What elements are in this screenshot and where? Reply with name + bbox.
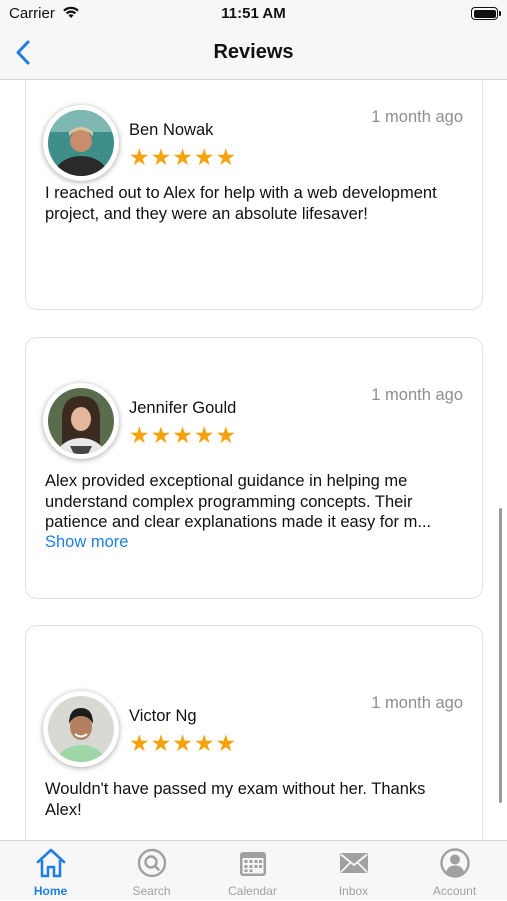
avatar [43, 105, 119, 181]
inbox-icon [340, 853, 368, 873]
review-card: Ben Nowak ★★★★★ 1 month ago I reached ou… [25, 81, 483, 310]
page-title: Reviews [213, 41, 294, 63]
status-time: 11:51 AM [221, 5, 286, 22]
star-rating: ★★★★★ [129, 144, 238, 170]
search-icon [137, 848, 167, 878]
review-text: Wouldn't have passed my exam without her… [45, 780, 426, 819]
star-rating: ★★★★★ [129, 422, 238, 448]
show-more-link[interactable]: Show more [45, 533, 128, 552]
reviewer-name: Ben Nowak [129, 121, 214, 139]
account-icon [440, 848, 470, 878]
star-rating: ★★★★★ [129, 730, 238, 756]
tab-calendar[interactable]: Calendar [202, 841, 303, 901]
nav-bar: Reviews [0, 28, 507, 80]
tab-label: Account [432, 884, 477, 898]
avatar [43, 383, 119, 459]
tab-label: Inbox [338, 884, 369, 898]
reviewer-name: Jennifer Gould [129, 399, 237, 417]
status-bar: Carrier 11:51 AM [0, 0, 507, 28]
reviews-list[interactable]: Ben Nowak ★★★★★ 1 month ago I reached ou… [0, 81, 507, 840]
review-text: Alex provided exceptional guidance in he… [45, 472, 432, 531]
review-date: 1 month ago [371, 386, 463, 404]
review-card: Victor Ng ★★★★★ 1 month ago Wouldn't hav… [25, 625, 483, 840]
review-card: Jennifer Gould ★★★★★ 1 month ago Alex pr… [25, 337, 483, 599]
tab-label: Search [132, 884, 171, 898]
review-text: I reached out to Alex for help with a we… [45, 184, 437, 223]
tab-label: Calendar [228, 884, 277, 898]
avatar [43, 691, 119, 767]
review-date: 1 month ago [371, 108, 463, 126]
tab-home[interactable]: Home [0, 841, 101, 901]
tab-inbox[interactable]: Inbox [303, 841, 404, 901]
scroll-indicator[interactable] [499, 508, 502, 803]
tab-account[interactable]: Account [404, 841, 505, 901]
tab-label: Home [33, 884, 68, 898]
tab-search[interactable]: Search [101, 841, 202, 901]
reviewer-name: Victor Ng [129, 707, 197, 725]
tab-bar: Home Search Calendar Inbox Account [0, 840, 507, 900]
battery-icon [471, 7, 501, 20]
review-date: 1 month ago [371, 694, 463, 712]
home-icon [36, 848, 66, 878]
calendar-icon [240, 852, 266, 876]
